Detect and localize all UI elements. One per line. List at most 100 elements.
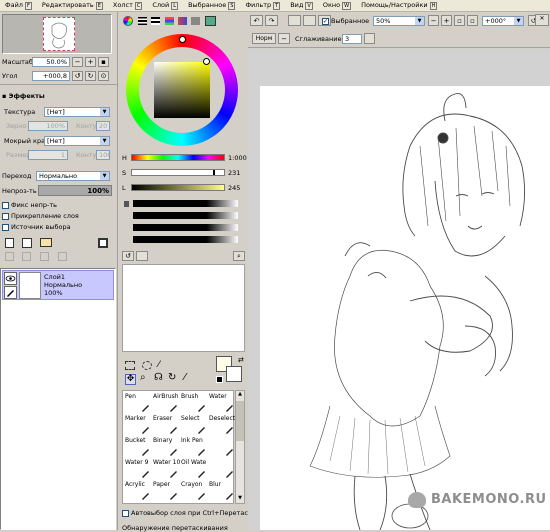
tool-preset[interactable]: AirBrush — [153, 393, 180, 414]
menu-item[interactable]: Окно W — [318, 1, 356, 10]
selection-source-checkbox[interactable]: Источник выбора — [2, 223, 71, 231]
default-colors-icon[interactable] — [216, 376, 223, 383]
smoothing-button[interactable] — [364, 33, 375, 44]
autoselect-checkbox[interactable]: Автовыбор слоя при Ctrl+Перетаскив — [122, 509, 260, 517]
strength-field[interactable]: 100 — [96, 150, 110, 160]
tool-preset[interactable]: Acrylic — [125, 481, 152, 502]
swatch-search-button[interactable]: ⌕ — [233, 251, 245, 261]
zoom-icon[interactable]: ⌕ — [140, 373, 146, 383]
tool-preset[interactable]: Oil Wate — [181, 459, 208, 480]
rotate-right-button[interactable]: ↻ — [85, 71, 96, 81]
menu-item[interactable]: Холст C — [108, 1, 147, 10]
swap-colors-icon[interactable]: ⇄ — [238, 356, 244, 364]
tool-grid-scrollbar[interactable]: ▲ ▼ — [235, 390, 245, 504]
secondary-color-swatch[interactable] — [226, 366, 242, 382]
pen-icon[interactable] — [4, 286, 17, 299]
swatch-area[interactable] — [122, 264, 245, 352]
texture-select[interactable]: [Нет] ▼ — [44, 107, 110, 117]
effects-title[interactable]: ▪ Эффекты — [2, 92, 45, 100]
size-field[interactable]: 1 — [28, 150, 68, 160]
toolbar-angle-select[interactable]: +000° ▼ — [482, 16, 524, 26]
redo-color-button[interactable] — [136, 251, 148, 261]
color-mixer-icon[interactable] — [165, 17, 174, 25]
saturation-value-square[interactable] — [154, 62, 210, 118]
rotate-left-button[interactable]: ↺ — [72, 71, 83, 81]
toolbar-zoom-out-button[interactable]: − — [428, 15, 439, 26]
stabilizer-norm-button[interactable]: Норм — [252, 33, 276, 44]
color-wheel[interactable] — [126, 34, 238, 146]
rect-select-icon[interactable] — [125, 361, 135, 370]
hue-cursor-icon[interactable] — [179, 36, 186, 43]
selection-checkbox[interactable]: Выбранное — [322, 17, 369, 25]
close-window-icon[interactable]: ✕ — [535, 14, 549, 26]
lightness-slider[interactable] — [131, 184, 225, 191]
gradient-bar-4[interactable] — [133, 236, 238, 243]
tool-preset[interactable]: Bucket — [125, 437, 152, 458]
menu-item[interactable]: Слой L — [147, 1, 183, 10]
layer-row[interactable]: Слой1 Нормально 100% — [2, 270, 114, 300]
tool-preset[interactable]: Ink Pen — [181, 437, 208, 458]
menu-item[interactable]: Вид V — [285, 1, 318, 10]
wet-edge-select[interactable]: [Нет] ▼ — [44, 136, 110, 146]
hue-slider[interactable] — [131, 154, 225, 161]
contrast-field[interactable]: 20 — [96, 121, 110, 131]
scroll-down-icon[interactable]: ▼ — [236, 495, 244, 503]
tool-preset[interactable]: Water 9 — [125, 459, 152, 480]
opacity-slider[interactable]: 100% — [38, 185, 112, 196]
toolbar-zoom-select[interactable]: 50% ▼ — [373, 16, 425, 26]
grain-field[interactable]: 100% — [28, 121, 68, 131]
tool-preset[interactable]: Select — [181, 415, 208, 436]
invert-selection-button[interactable] — [303, 15, 316, 26]
clip-layer-checkbox[interactable]: Прикрепление слоя — [2, 212, 79, 220]
toolbar-fit-button[interactable]: ▫ — [467, 15, 478, 26]
tool-preset[interactable]: Pen — [125, 393, 152, 414]
undo-color-button[interactable]: ↺ — [122, 251, 134, 261]
rotate-reset-button[interactable]: ⊙ — [98, 71, 109, 81]
zoom-reset-button[interactable]: ▪ — [98, 57, 109, 67]
tool-preset[interactable]: Binary — [153, 437, 180, 458]
transfer-down-icon[interactable] — [22, 252, 31, 261]
hand-icon[interactable]: ☊ — [154, 373, 163, 383]
menu-item[interactable]: Фильтр T — [240, 1, 285, 10]
move-icon[interactable]: ✥ — [125, 374, 136, 385]
menu-item[interactable]: Помощь/Настройки H — [356, 1, 442, 10]
zoom-field[interactable]: 50.0% — [32, 57, 70, 67]
new-folder-icon[interactable] — [40, 238, 52, 247]
tool-preset[interactable]: Blur — [209, 481, 236, 502]
tool-preset[interactable]: Paper — [153, 481, 180, 502]
new-layer-icon[interactable] — [5, 238, 14, 248]
tool-preset[interactable] — [209, 437, 236, 458]
tool-preset[interactable]: Crayon — [181, 481, 208, 502]
tool-preset[interactable]: Deselect — [209, 415, 236, 436]
color-wheel-mode-icon[interactable] — [123, 16, 133, 26]
toolbar-zoom-in-button[interactable]: + — [441, 15, 452, 26]
zoom-out-button[interactable]: − — [72, 57, 83, 67]
tool-preset[interactable]: Brush — [181, 393, 208, 414]
angle-field[interactable]: +000,8 — [32, 71, 70, 81]
eyedropper-icon[interactable]: ⁄ — [184, 373, 186, 383]
menu-item[interactable]: Файл F — [0, 1, 37, 10]
gradient-bar-3[interactable] — [133, 224, 238, 231]
zoom-in-button[interactable]: + — [85, 57, 96, 67]
rgb-sliders-icon[interactable] — [138, 17, 147, 25]
layer-mask-icon[interactable] — [98, 238, 108, 248]
swatches-icon[interactable] — [178, 17, 187, 25]
tool-preset[interactable]: Water 10 — [153, 459, 180, 480]
lasso-icon[interactable] — [142, 361, 152, 370]
undo-button[interactable]: ↶ — [250, 15, 263, 26]
menu-item[interactable]: Редактировать E — [37, 1, 108, 10]
saturation-slider[interactable] — [131, 169, 225, 176]
gradient-bar-2[interactable] — [133, 212, 238, 219]
tool-preset[interactable] — [209, 459, 236, 480]
clear-layer-icon[interactable] — [40, 252, 49, 261]
blend-mode-select[interactable]: Нормально ▼ — [36, 171, 110, 181]
scroll-thumb[interactable] — [236, 401, 244, 441]
delete-layer-icon[interactable] — [58, 252, 67, 261]
merge-down-icon[interactable] — [5, 252, 14, 261]
deselect-button[interactable] — [288, 15, 301, 26]
tool-preset[interactable]: Water — [209, 393, 236, 414]
rotate-icon[interactable]: ↻ — [168, 373, 176, 383]
stabilizer-minus-button[interactable]: − — [278, 33, 290, 44]
redo-button[interactable]: ↷ — [265, 15, 278, 26]
magic-wand-icon[interactable]: ⁄ — [158, 361, 160, 370]
